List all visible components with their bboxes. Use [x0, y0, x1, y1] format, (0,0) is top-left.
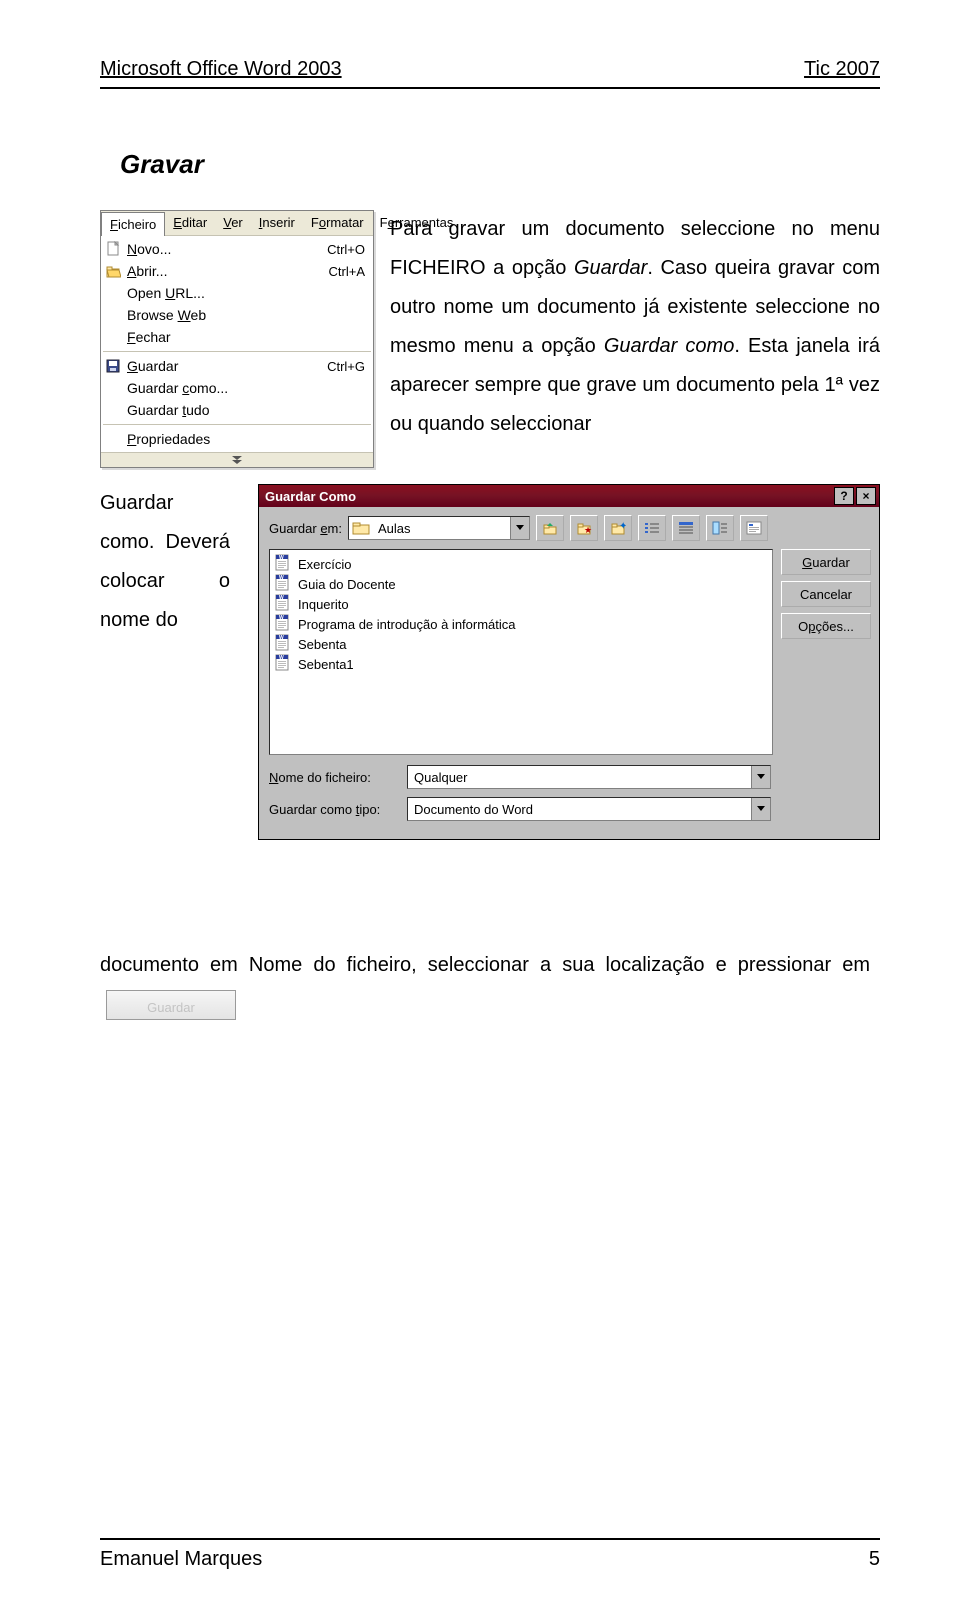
filetype-combo[interactable]: Documento do Word: [407, 797, 771, 821]
svg-text:W: W: [279, 655, 284, 661]
menu-item-shortcut: Ctrl+O: [309, 242, 365, 257]
menu-item-label: Browse Web: [127, 307, 206, 323]
save-as-dialog: Guardar Como ? × Guardar em: Aulas: [258, 484, 880, 840]
save-in-combo[interactable]: Aulas: [348, 516, 530, 540]
menu-item-open-url[interactable]: Open URL...: [101, 282, 373, 304]
commands-button[interactable]: [740, 515, 768, 541]
menu-item-label: Novo...: [127, 241, 171, 257]
menu-item-abrir[interactable]: Abrir... Ctrl+A: [101, 260, 373, 282]
word-doc-icon: W: [274, 594, 292, 615]
menubar-item-ver[interactable]: Ver: [215, 211, 251, 235]
menu-separator: [103, 351, 371, 352]
filetype-label: Guardar como tipo:: [269, 802, 401, 817]
dialog-titlebar: Guardar Como ? ×: [259, 485, 879, 507]
menu-item-label: Propriedades: [127, 431, 210, 447]
word-doc-icon: W: [274, 634, 292, 655]
file-list[interactable]: W Exercício W Guia do Docente W Inquerito W Pro…: [269, 549, 773, 755]
word-doc-icon: W: [274, 574, 292, 595]
menu-item-guardar-como[interactable]: Guardar como...: [101, 377, 373, 399]
word-doc-icon: W: [274, 554, 292, 575]
file-item[interactable]: W Programa de introdução à informática: [274, 614, 768, 634]
look-in-favorites-button[interactable]: ★: [570, 515, 598, 541]
file-item[interactable]: W Inquerito: [274, 594, 768, 614]
cancel-button[interactable]: Cancelar: [781, 581, 871, 607]
file-item[interactable]: W Sebenta1: [274, 654, 768, 674]
svg-text:W: W: [279, 575, 284, 581]
svg-text:W: W: [279, 595, 284, 601]
paragraph-1-cont: Guardar como. Deverá colocar o nome do: [100, 484, 230, 640]
menubar-item-editar[interactable]: Editar: [165, 211, 215, 235]
footer-page-number: 5: [869, 1548, 880, 1571]
file-item[interactable]: W Guia do Docente: [274, 574, 768, 594]
footer-author: Emanuel Marques: [100, 1548, 262, 1571]
save-in-label: Guardar em:: [269, 521, 342, 536]
new-icon: [105, 241, 121, 257]
ficheiro-menu: FicheiroEditarVerInserirFormatarFerramen…: [100, 210, 374, 468]
svg-text:★: ★: [584, 525, 592, 535]
properties-view-button[interactable]: [706, 515, 734, 541]
save-button[interactable]: Guardar: [781, 549, 871, 575]
menu-item-label: Abrir...: [127, 263, 167, 279]
page-footer: Emanuel Marques 5: [100, 1538, 880, 1571]
chevron-down-icon[interactable]: [751, 798, 770, 820]
header-rule: [100, 87, 880, 89]
file-name: Exercício: [298, 557, 351, 572]
menubar-item-formatar[interactable]: Formatar: [303, 211, 372, 235]
paragraph-2: documento em Nome do ficheiro, seleccion…: [100, 946, 870, 1024]
menu-item-label: Open URL...: [127, 285, 205, 301]
options-button[interactable]: Opções...: [781, 613, 871, 639]
menu-item-browse-web[interactable]: Browse Web: [101, 304, 373, 326]
filename-label: Nome do ficheiro:: [269, 770, 401, 785]
header-right: Tic 2007: [804, 58, 880, 81]
menubar: FicheiroEditarVerInserirFormatarFerramen…: [101, 211, 373, 236]
svg-text:W: W: [279, 615, 284, 621]
menu-item-shortcut: Ctrl+G: [309, 359, 365, 374]
details-view-button[interactable]: [672, 515, 700, 541]
open-icon: [105, 263, 121, 279]
menu-expand-chevron[interactable]: [101, 452, 373, 467]
dialog-help-button[interactable]: ?: [834, 487, 854, 505]
svg-text:W: W: [279, 555, 284, 561]
word-doc-icon: W: [274, 614, 292, 635]
header-left: Microsoft Office Word 2003: [100, 58, 342, 81]
section-title: Gravar: [120, 149, 880, 180]
new-folder-button[interactable]: ✦: [604, 515, 632, 541]
menu-item-shortcut: Ctrl+A: [311, 264, 365, 279]
menu-item-label: Guardar como...: [127, 380, 228, 396]
word-doc-icon: W: [274, 654, 292, 675]
menu-separator: [103, 424, 371, 425]
filename-field[interactable]: Qualquer: [407, 765, 771, 789]
file-name: Guia do Docente: [298, 577, 396, 592]
file-name: Programa de introdução à informática: [298, 617, 516, 632]
dialog-close-button[interactable]: ×: [856, 487, 876, 505]
save-in-value: Aulas: [372, 521, 510, 536]
inline-guardar-button-image: Guardar: [106, 990, 236, 1020]
chevron-down-icon[interactable]: [751, 766, 770, 788]
menu-item-label: Guardar tudo: [127, 402, 210, 418]
menu-item-guardar[interactable]: Guardar Ctrl+G: [101, 355, 373, 377]
up-one-level-button[interactable]: [536, 515, 564, 541]
file-item[interactable]: W Exercício: [274, 554, 768, 574]
menubar-item-inserir[interactable]: Inserir: [251, 211, 303, 235]
list-view-button[interactable]: [638, 515, 666, 541]
menu-item-label: Fechar: [127, 329, 171, 345]
menu-item-label: Guardar: [127, 358, 178, 374]
svg-text:W: W: [279, 635, 284, 641]
file-name: Sebenta: [298, 637, 346, 652]
svg-text:✦: ✦: [619, 521, 626, 532]
file-item[interactable]: W Sebenta: [274, 634, 768, 654]
dialog-title: Guardar Como: [265, 489, 356, 504]
file-name: Inquerito: [298, 597, 349, 612]
menu-item-novo[interactable]: Novo... Ctrl+O: [101, 238, 373, 260]
menubar-item-ficheiro[interactable]: Ficheiro: [101, 212, 165, 236]
menu-item-guardar-tudo[interactable]: Guardar tudo: [101, 399, 373, 421]
menu-item-fechar[interactable]: Fechar: [101, 326, 373, 348]
file-name: Sebenta1: [298, 657, 354, 672]
chevron-down-icon[interactable]: [510, 517, 529, 539]
save-icon: [105, 358, 121, 374]
menu-item-propriedades[interactable]: Propriedades: [101, 428, 373, 450]
